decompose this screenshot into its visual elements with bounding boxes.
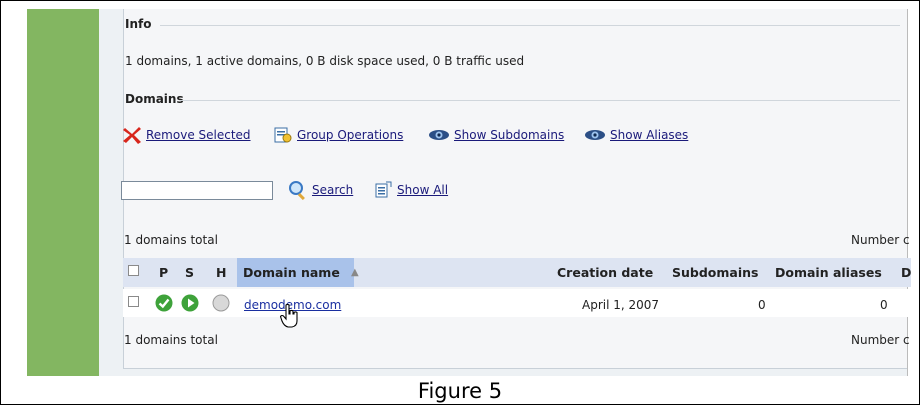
eye-icon [429, 130, 449, 140]
check-status-icon [155, 294, 173, 312]
remove-icon [123, 127, 141, 144]
show-subdomains-label: Show Subdomains [454, 128, 565, 142]
show-subdomains-button[interactable]: Show Subdomains [428, 126, 564, 144]
remove-selected-button[interactable]: Remove Selected [122, 126, 251, 144]
header-domain-name[interactable]: Domain name [243, 258, 340, 287]
header-p[interactable]: P [159, 258, 168, 287]
hand-cursor-icon [279, 303, 298, 328]
scrollbar[interactable] [907, 9, 911, 376]
header-h[interactable]: H [216, 258, 226, 287]
search-label: Search [312, 183, 354, 197]
group-operations-icon [274, 127, 292, 143]
header-d[interactable]: D [901, 258, 911, 287]
info-divider [160, 25, 900, 26]
domains-section-title: Domains [125, 92, 184, 106]
sidebar [27, 9, 99, 376]
sort-ascending-icon: ▲ [351, 267, 359, 278]
creation-date-cell: April 1, 2007 [582, 298, 660, 312]
domain-aliases-cell: 0 [880, 298, 888, 312]
eye-icon [585, 130, 605, 140]
show-aliases-button[interactable]: Show Aliases [584, 126, 688, 144]
number-per-page-bottom[interactable]: Number c [851, 333, 910, 347]
subdomains-cell: 0 [758, 298, 766, 312]
domains-total-bottom: 1 domains total [124, 333, 218, 347]
show-all-button[interactable]: Show All [373, 180, 448, 200]
header-subdomains[interactable]: Subdomains [672, 258, 758, 287]
header-domain-aliases[interactable]: Domain aliases [775, 258, 882, 287]
remove-selected-label: Remove Selected [146, 128, 251, 142]
search-input[interactable] [121, 181, 273, 200]
figure-caption: Figure 5 [417, 379, 503, 403]
domains-divider [180, 100, 900, 101]
group-operations-label: Group Operations [297, 128, 404, 142]
select-all-checkbox[interactable] [128, 265, 139, 276]
number-per-page-top[interactable]: Number c [851, 233, 910, 247]
show-aliases-label: Show Aliases [610, 128, 689, 142]
inactive-status-icon [212, 294, 230, 312]
play-status-icon [181, 294, 199, 312]
domains-total-top: 1 domains total [124, 233, 218, 247]
header-creation-date[interactable]: Creation date [557, 258, 653, 287]
show-all-icon [375, 181, 392, 198]
table-row [123, 289, 911, 317]
row-checkbox[interactable] [128, 296, 139, 307]
search-icon [289, 181, 305, 200]
search-button[interactable]: Search [288, 180, 353, 200]
group-operations-button[interactable]: Group Operations [273, 126, 403, 144]
info-summary: 1 domains, 1 active domains, 0 B disk sp… [125, 54, 525, 68]
header-s[interactable]: S [185, 258, 194, 287]
show-all-label: Show All [397, 183, 449, 197]
info-section-title: Info [125, 17, 152, 31]
